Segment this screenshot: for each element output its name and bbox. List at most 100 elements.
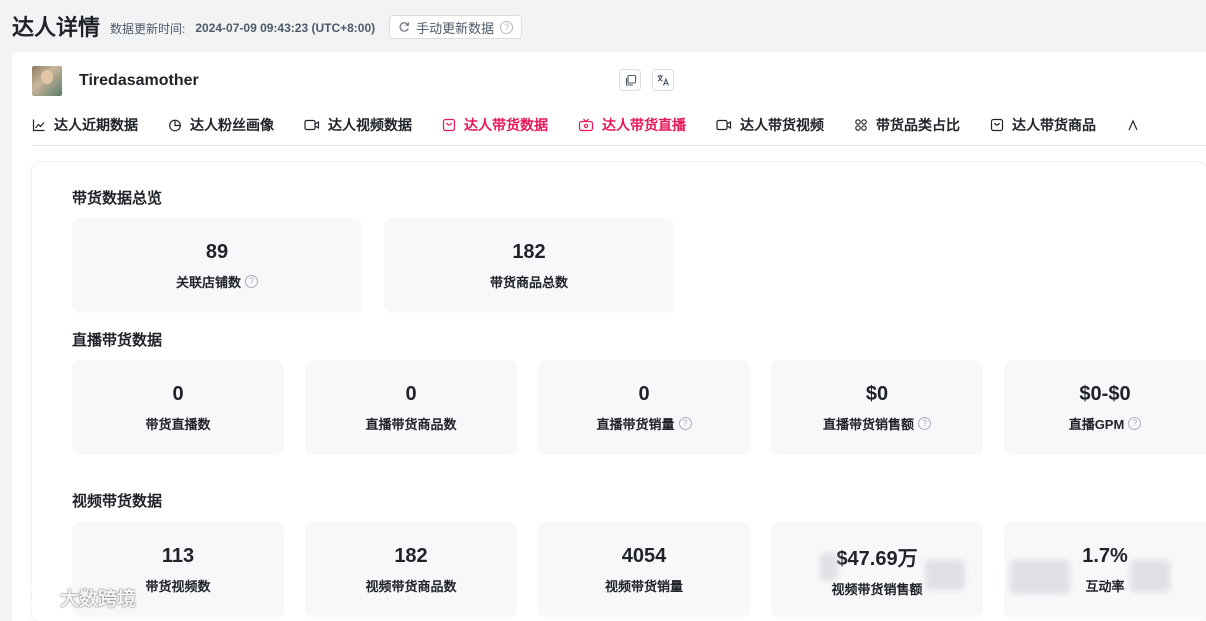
stat-value: 0 — [172, 382, 184, 405]
line-chart-icon — [32, 119, 45, 131]
tab-label: 达人带货直播 — [602, 116, 686, 133]
stat-value: 182 — [512, 240, 546, 263]
stat-label-text: 视频带货销量 — [604, 578, 683, 594]
tab-label: 带货品类占比 — [876, 116, 960, 133]
tab-label: 达人视频数据 — [328, 116, 412, 133]
stat-label: 带货视频数 — [145, 576, 210, 595]
tab-sales-live[interactable]: 达人带货直播 — [578, 104, 686, 145]
page-title: 达人详情 — [12, 15, 101, 40]
translate-icon — [657, 74, 670, 86]
stat-card-total-products: 182 带货商品总数 — [384, 218, 674, 313]
stat-label: 视频带货销售额 — [831, 579, 922, 598]
stat-value: $0 — [865, 382, 889, 405]
translate-button[interactable] — [652, 69, 674, 91]
stat-card-live-products: 0 直播带货商品数 — [305, 360, 517, 455]
stat-value: 182 — [394, 544, 428, 567]
tab-label: 达人带货商品 — [1012, 116, 1096, 133]
section-title-overview: 带货数据总览 — [72, 190, 163, 207]
watermark-text: 大数跨境 — [60, 588, 137, 610]
tab-label: 达人粉丝画像 — [190, 116, 274, 133]
stat-value: $47.69万 — [836, 547, 918, 570]
help-icon[interactable]: ? — [245, 274, 258, 288]
profile-name: Tiredasamother — [79, 72, 199, 89]
help-icon[interactable]: ? — [678, 416, 692, 430]
blur-overlay — [1130, 560, 1170, 592]
stat-label: 直播带货销售额? — [823, 414, 931, 433]
stat-label-text: 互动率 — [1085, 578, 1125, 594]
stat-card-video-products: 182 视频带货商品数 — [305, 522, 517, 617]
stat-label-text: 视频带货销售额 — [831, 581, 923, 597]
stat-label: 直播带货销量? — [596, 414, 692, 433]
tab-category-share[interactable]: 带货品类占比 — [854, 104, 960, 145]
tab-label: 达人带货视频 — [740, 116, 824, 133]
stat-label-text: 视频带货商品数 — [365, 578, 457, 594]
stat-label-text: 带货直播数 — [145, 416, 211, 432]
stat-label: 带货直播数 — [145, 414, 210, 433]
stat-value: 113 — [161, 544, 195, 567]
copy-icon — [625, 74, 636, 86]
tab-recent-data[interactable]: 达人近期数据 — [32, 104, 138, 145]
stat-label-text: 直播带货销量 — [596, 416, 675, 432]
stat-value: 0 — [638, 382, 650, 405]
stat-value: 1.7% — [1082, 544, 1128, 567]
tab-label: 达人近期数据 — [54, 116, 138, 133]
stat-label-text: 直播带货商品数 — [365, 416, 457, 432]
help-icon[interactable]: ? — [500, 20, 514, 34]
stat-label-text: 带货视频数 — [145, 578, 211, 594]
blur-overlay — [820, 553, 838, 581]
stat-card-live-gpm: $0-$0 直播GPM? — [1004, 360, 1206, 455]
tab-video-data[interactable]: 达人视频数据 — [304, 104, 412, 145]
stat-label-text: 关联店铺数 — [175, 274, 241, 290]
profile: Tiredasamother — [32, 66, 199, 96]
shopping-bag-icon — [990, 118, 1004, 131]
tab-label: 达人带货数据 — [464, 116, 548, 133]
watermark-logo-icon — [13, 588, 52, 610]
section-title-video: 视频带货数据 — [72, 493, 163, 510]
manual-refresh-label: 手动更新数据 — [416, 20, 495, 36]
grid-icon — [855, 118, 867, 131]
stat-label: 互动率 — [1085, 576, 1124, 595]
stat-card-video-sales-volume: 4054 视频带货销量 — [538, 522, 750, 617]
blur-overlay — [1010, 560, 1070, 594]
section-title-live: 直播带货数据 — [72, 332, 163, 349]
video-icon — [716, 119, 732, 130]
help-icon[interactable]: ? — [918, 416, 931, 430]
stat-label: 带货商品总数 — [490, 272, 568, 291]
stat-label-text: 直播带货销售额 — [822, 416, 914, 432]
stat-value: 89 — [205, 240, 229, 263]
tab-bar: 达人近期数据 达人粉丝画像 达人视频数据 达人带货数据 达人带货直播 达人带货视… — [32, 104, 1206, 146]
stat-label-text: 带货商品总数 — [489, 274, 568, 290]
shopping-bag-icon — [442, 118, 456, 131]
copy-button[interactable] — [619, 69, 641, 91]
page-header: 达人详情 数据更新时间: 2024-07-09 09:43:23 (UTC+8:… — [0, 0, 1206, 52]
help-icon[interactable]: ? — [1128, 416, 1142, 430]
blur-overlay — [925, 560, 965, 590]
tab-sales-data[interactable]: 达人带货数据 — [442, 104, 548, 145]
refresh-icon — [399, 22, 410, 32]
more-tab-icon — [1128, 119, 1138, 130]
tab-more[interactable] — [1126, 104, 1140, 145]
update-time-label: 数据更新时间: — [110, 21, 186, 36]
tab-sales-products[interactable]: 达人带货商品 — [990, 104, 1096, 145]
stat-value: 0 — [405, 382, 417, 405]
tab-fan-profile[interactable]: 达人粉丝画像 — [168, 104, 274, 145]
live-tv-icon — [578, 118, 594, 131]
stat-label: 直播GPM? — [1069, 414, 1142, 433]
stat-value: 4054 — [621, 544, 667, 567]
stat-card-live-sales-amount: $0 直播带货销售额? — [771, 360, 983, 455]
stat-card-linked-shops: 89 关联店铺数? — [72, 218, 362, 313]
watermark: 大数跨境 — [10, 583, 136, 611]
stat-label-text: 直播GPM — [1068, 416, 1125, 432]
pie-chart-icon — [169, 119, 181, 131]
tab-sales-video[interactable]: 达人带货视频 — [716, 104, 824, 145]
stat-card-live-sales-volume: 0 直播带货销量? — [538, 360, 750, 455]
stat-value: $0-$0 — [1079, 382, 1131, 405]
update-time-value: 2024-07-09 09:43:23 (UTC+8:00) — [195, 21, 376, 35]
stat-label: 视频带货销量 — [605, 576, 683, 595]
stat-label: 视频带货商品数 — [365, 576, 456, 595]
manual-refresh-button[interactable]: 手动更新数据 ? — [389, 15, 523, 39]
stat-label: 直播带货商品数 — [365, 414, 456, 433]
avatar[interactable] — [32, 66, 62, 96]
stat-card-live-count: 0 带货直播数 — [72, 360, 284, 455]
stat-label: 关联店铺数? — [176, 272, 258, 291]
